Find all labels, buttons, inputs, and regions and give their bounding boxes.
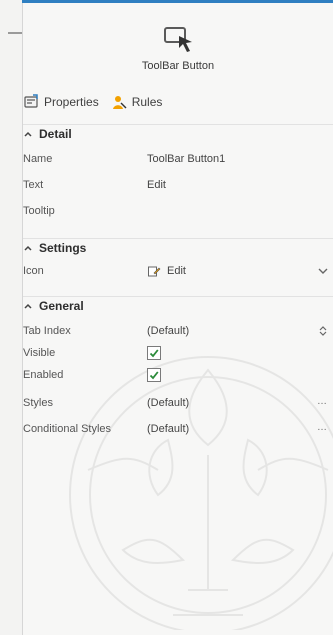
icon-value[interactable]: Edit bbox=[147, 264, 186, 278]
styles-ellipsis[interactable]: … bbox=[317, 396, 327, 407]
enabled-label: Enabled bbox=[23, 369, 64, 381]
row-text[interactable]: Text Edit bbox=[23, 176, 333, 194]
panel-tabs: Properties Rules bbox=[23, 92, 162, 112]
tooltip-label: Tooltip bbox=[23, 205, 55, 217]
conditional-styles-value[interactable]: (Default) bbox=[147, 423, 189, 435]
tab-index-label: Tab Index bbox=[23, 325, 71, 337]
chevron-down-icon[interactable] bbox=[317, 265, 329, 277]
control-title: ToolBar Button bbox=[141, 60, 215, 72]
tab-properties-label: Properties bbox=[44, 95, 99, 109]
conditional-styles-ellipsis[interactable]: … bbox=[317, 422, 327, 433]
row-styles[interactable]: Styles (Default) … bbox=[23, 394, 333, 412]
tab-rules[interactable]: Rules bbox=[111, 94, 163, 110]
tab-rules-label: Rules bbox=[131, 95, 163, 109]
tab-index-value[interactable]: (Default) bbox=[147, 325, 189, 337]
enabled-checkbox[interactable] bbox=[147, 368, 161, 382]
rules-icon bbox=[112, 96, 127, 109]
chevron-up-icon bbox=[24, 303, 32, 309]
conditional-styles-label: Conditional Styles bbox=[23, 423, 112, 435]
text-label: Text bbox=[23, 179, 44, 191]
tab-properties[interactable]: Properties bbox=[23, 94, 99, 110]
control-header: ToolBar Button bbox=[23, 24, 333, 82]
edit-icon bbox=[148, 266, 161, 277]
left-panel-tick bbox=[8, 32, 22, 34]
row-name[interactable]: Name ToolBar Button1 bbox=[23, 150, 333, 168]
enabled-value[interactable] bbox=[147, 368, 161, 382]
section-settings[interactable]: Settings bbox=[23, 238, 333, 257]
icon-value-label: Edit bbox=[167, 265, 186, 277]
row-visible[interactable]: Visible bbox=[23, 344, 333, 362]
properties-icon bbox=[24, 94, 38, 108]
toolbar-button-icon bbox=[164, 27, 192, 52]
name-label: Name bbox=[23, 153, 53, 165]
row-enabled[interactable]: Enabled bbox=[23, 366, 333, 384]
properties-panel: ToolBar Button Properties Rules Detail N… bbox=[23, 0, 333, 635]
section-detail-title: Detail bbox=[39, 127, 72, 141]
spinner-icon[interactable] bbox=[317, 325, 329, 337]
section-general-title: General bbox=[39, 299, 84, 313]
visible-value[interactable] bbox=[147, 346, 161, 360]
left-panel-strip bbox=[0, 0, 23, 635]
section-detail[interactable]: Detail bbox=[23, 124, 333, 143]
row-tab-index[interactable]: Tab Index (Default) bbox=[23, 322, 333, 340]
name-value[interactable]: ToolBar Button1 bbox=[147, 153, 225, 165]
visible-label: Visible bbox=[23, 347, 56, 359]
icon-label: Icon bbox=[23, 265, 44, 277]
checkmark-icon bbox=[149, 349, 159, 358]
section-settings-title: Settings bbox=[39, 241, 87, 255]
styles-value[interactable]: (Default) bbox=[147, 397, 189, 409]
chevron-up-icon bbox=[24, 131, 32, 137]
row-conditional-styles[interactable]: Conditional Styles (Default) … bbox=[23, 420, 333, 438]
row-tooltip[interactable]: Tooltip bbox=[23, 202, 333, 220]
visible-checkbox[interactable] bbox=[147, 346, 161, 360]
checkmark-icon bbox=[149, 371, 159, 380]
row-icon[interactable]: Icon Edit bbox=[23, 262, 333, 280]
styles-label: Styles bbox=[23, 397, 53, 409]
text-value[interactable]: Edit bbox=[147, 179, 166, 191]
chevron-up-icon bbox=[24, 245, 32, 251]
section-general[interactable]: General bbox=[23, 296, 333, 315]
